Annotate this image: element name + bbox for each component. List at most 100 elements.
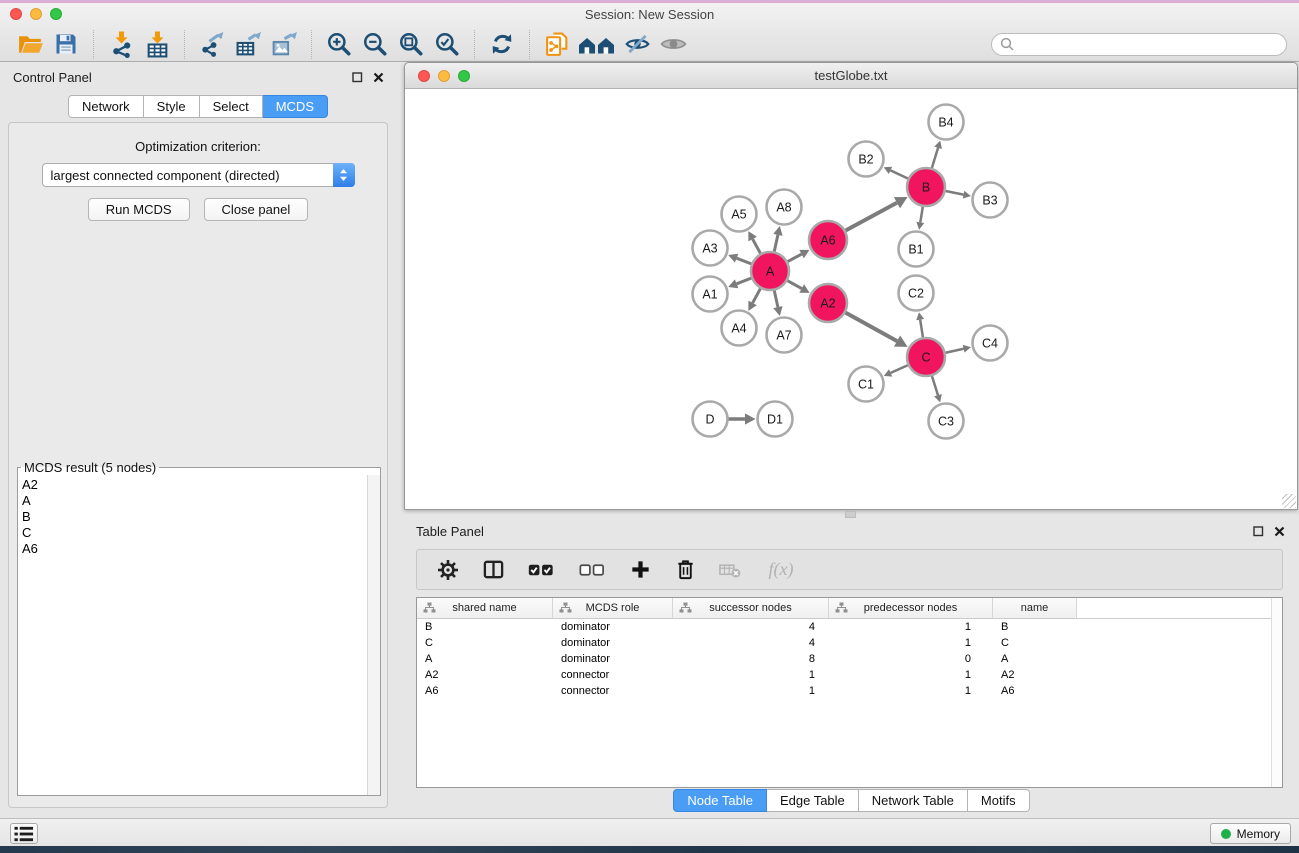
graph-node-B2[interactable]: B2 (849, 142, 884, 177)
export-image-button[interactable] (266, 29, 302, 60)
graph-edge-C-C4[interactable] (946, 345, 971, 353)
graph-edge-C-C3[interactable] (932, 376, 942, 402)
split-pane-handle[interactable] (845, 511, 856, 518)
close-panel-icon[interactable] (1274, 526, 1285, 537)
graph-node-A1[interactable]: A1 (693, 277, 728, 312)
select-all-button[interactable] (524, 556, 558, 584)
mcds-result-item[interactable]: A (18, 493, 380, 509)
list-scrollbar[interactable] (367, 475, 380, 795)
clone-network-button[interactable] (539, 29, 575, 60)
import-network-button[interactable] (103, 29, 139, 60)
graph-node-A8[interactable]: A8 (767, 190, 802, 225)
hide-selected-button[interactable] (619, 29, 655, 60)
graph-edge-A-A8[interactable] (773, 226, 782, 251)
graph-node-A6[interactable]: A6 (809, 221, 847, 259)
close-panel-button[interactable]: Close panel (204, 198, 309, 221)
minimize-window-button[interactable] (30, 8, 42, 20)
task-history-button[interactable] (10, 823, 38, 844)
graph-edge-B-B4[interactable] (932, 141, 942, 168)
graph-edge-A-A5[interactable] (748, 231, 760, 253)
graph-edge-B-B1[interactable] (916, 207, 924, 230)
column-header-MCDS-role[interactable]: MCDS role (553, 598, 673, 618)
graph-edge-B-B3[interactable] (946, 191, 971, 199)
show-all-button[interactable] (575, 29, 619, 60)
tab-motifs[interactable]: Motifs (968, 789, 1030, 812)
graph-edge-C-C2[interactable] (916, 312, 924, 337)
tab-network[interactable]: Network (68, 95, 144, 118)
table-row[interactable]: Adominator80A (417, 651, 1282, 667)
graph-node-A[interactable]: A (751, 252, 789, 290)
graph-node-A5[interactable]: A5 (722, 197, 757, 232)
tab-mcds[interactable]: MCDS (263, 95, 328, 118)
run-mcds-button[interactable]: Run MCDS (88, 198, 190, 221)
graph-node-C1[interactable]: C1 (849, 367, 884, 402)
tab-edge-table[interactable]: Edge Table (767, 789, 859, 812)
graph-node-B3[interactable]: B3 (973, 183, 1008, 218)
network-close-button[interactable] (418, 70, 430, 82)
graph-edge-A6-B[interactable] (846, 197, 908, 230)
table-row[interactable]: Cdominator41C (417, 635, 1282, 651)
graph-node-C2[interactable]: C2 (899, 276, 934, 311)
refresh-layout-button[interactable] (484, 29, 520, 60)
graph-node-B[interactable]: B (907, 168, 945, 206)
window-resize-grip[interactable] (1282, 494, 1296, 508)
graph-edge-A-A4[interactable] (748, 289, 760, 311)
graph-edge-A2-C[interactable] (846, 313, 908, 347)
network-minimize-button[interactable] (438, 70, 450, 82)
graph-node-C4[interactable]: C4 (973, 326, 1008, 361)
search-input[interactable] (1019, 35, 1286, 53)
zoom-fit-button[interactable] (393, 29, 429, 60)
close-panel-icon[interactable] (373, 72, 384, 83)
add-column-button[interactable] (626, 556, 654, 584)
delete-table-button[interactable] (716, 556, 744, 584)
graph-node-D1[interactable]: D1 (758, 402, 793, 437)
column-header-predecessor-nodes[interactable]: predecessor nodes (829, 598, 993, 618)
export-table-button[interactable] (230, 29, 266, 60)
close-window-button[interactable] (10, 8, 22, 20)
graph-node-A2[interactable]: A2 (809, 284, 847, 322)
apply-function-button[interactable]: f(x) (761, 556, 801, 584)
zoom-out-button[interactable] (357, 29, 393, 60)
graph-node-A3[interactable]: A3 (693, 231, 728, 266)
network-zoom-button[interactable] (458, 70, 470, 82)
network-window-titlebar[interactable]: testGlobe.txt (405, 63, 1297, 89)
graph-node-C[interactable]: C (907, 338, 945, 376)
column-header-name[interactable]: name (993, 598, 1077, 618)
network-canvas[interactable]: B4B2BB3A8A5A6A3B1AC2A1A2A4A7C4CC1C3DD1 (405, 90, 1297, 509)
graph-edge-A-A6[interactable] (788, 250, 810, 262)
zoom-window-button[interactable] (50, 8, 62, 20)
memory-button[interactable]: Memory (1210, 823, 1291, 844)
zoom-in-button[interactable] (321, 29, 357, 60)
deselect-all-button[interactable] (575, 556, 609, 584)
graph-node-B1[interactable]: B1 (899, 232, 934, 267)
graph-edge-D-D1[interactable] (729, 413, 756, 424)
graph-node-C3[interactable]: C3 (929, 404, 964, 439)
column-header-shared-name[interactable]: shared name (417, 598, 553, 618)
graph-node-A7[interactable]: A7 (767, 318, 802, 353)
column-header-successor-nodes[interactable]: successor nodes (673, 598, 829, 618)
graph-edge-A-A3[interactable] (728, 254, 751, 264)
show-hidden-button[interactable] (655, 29, 691, 60)
graph-edge-B-B2[interactable] (884, 167, 908, 179)
tab-node-table[interactable]: Node Table (673, 789, 767, 812)
graph-node-A4[interactable]: A4 (722, 311, 757, 346)
table-row[interactable]: Bdominator41B (417, 619, 1282, 635)
graph-edge-A-A2[interactable] (788, 281, 810, 293)
zoom-selected-button[interactable] (429, 29, 465, 60)
tab-select[interactable]: Select (200, 95, 263, 118)
table-settings-button[interactable] (434, 556, 462, 584)
mcds-result-item[interactable]: C (18, 525, 380, 541)
graph-node-D[interactable]: D (693, 402, 728, 437)
save-session-button[interactable] (48, 29, 84, 60)
float-panel-icon[interactable] (352, 72, 363, 83)
open-session-button[interactable] (12, 29, 48, 60)
float-panel-icon[interactable] (1253, 526, 1264, 537)
graph-edge-C-C1[interactable] (884, 365, 908, 376)
delete-column-button[interactable] (671, 556, 699, 584)
mcds-result-item[interactable]: A6 (18, 541, 380, 557)
mcds-result-item[interactable]: B (18, 509, 380, 525)
tab-style[interactable]: Style (144, 95, 200, 118)
import-table-button[interactable] (139, 29, 175, 60)
table-row[interactable]: A2connector11A2 (417, 667, 1282, 683)
tab-network-table[interactable]: Network Table (859, 789, 968, 812)
